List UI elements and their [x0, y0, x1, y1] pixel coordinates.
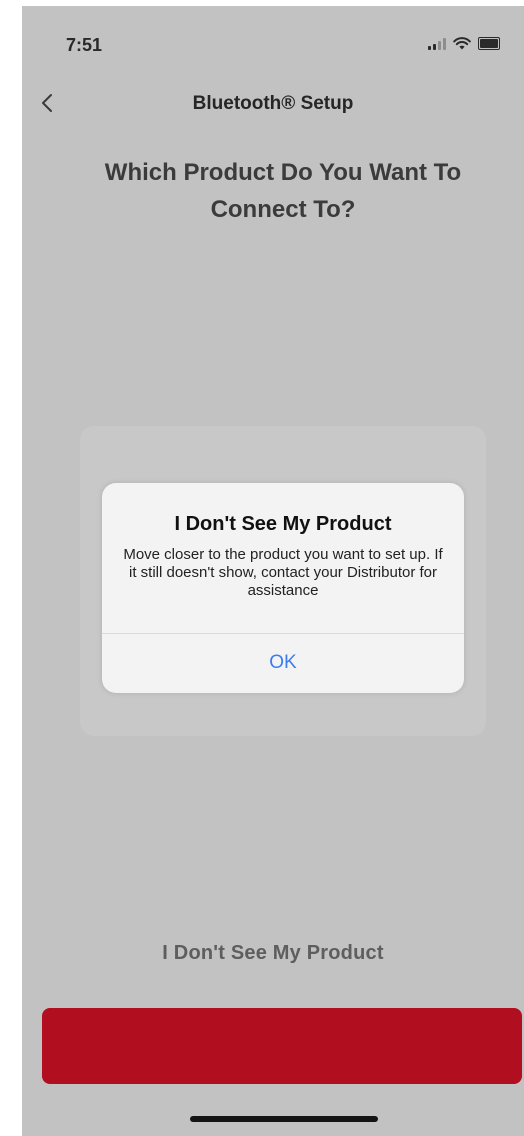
page-question: Which Product Do You Want To Connect To? — [104, 159, 462, 223]
nav-title: Bluetooth® Setup — [192, 93, 354, 114]
left-margin — [0, 0, 22, 1136]
home-indicator — [190, 1116, 378, 1122]
no-product-link[interactable]: I Don't See My Product — [22, 942, 524, 965]
primary-button[interactable] — [42, 1008, 522, 1084]
signal-icon — [428, 37, 446, 50]
nav-bar: Bluetooth® Setup — [22, 81, 524, 125]
battery-icon — [478, 37, 500, 50]
dialog-title: I Don't See My Product — [174, 513, 392, 535]
dialog-ok-button[interactable]: OK — [102, 633, 464, 693]
wifi-icon — [453, 37, 471, 50]
alert-dialog: I Don't See My Product Move closer to th… — [102, 483, 464, 693]
status-time: 7:51 — [66, 35, 103, 55]
status-bar: 7:51 — [22, 6, 524, 66]
status-icons — [428, 37, 500, 50]
phone-screen: 7:51 Bluetooth® Setup Which Product Do Y… — [22, 6, 524, 1136]
dialog-message: Move closer to the product you want to s… — [123, 546, 443, 599]
